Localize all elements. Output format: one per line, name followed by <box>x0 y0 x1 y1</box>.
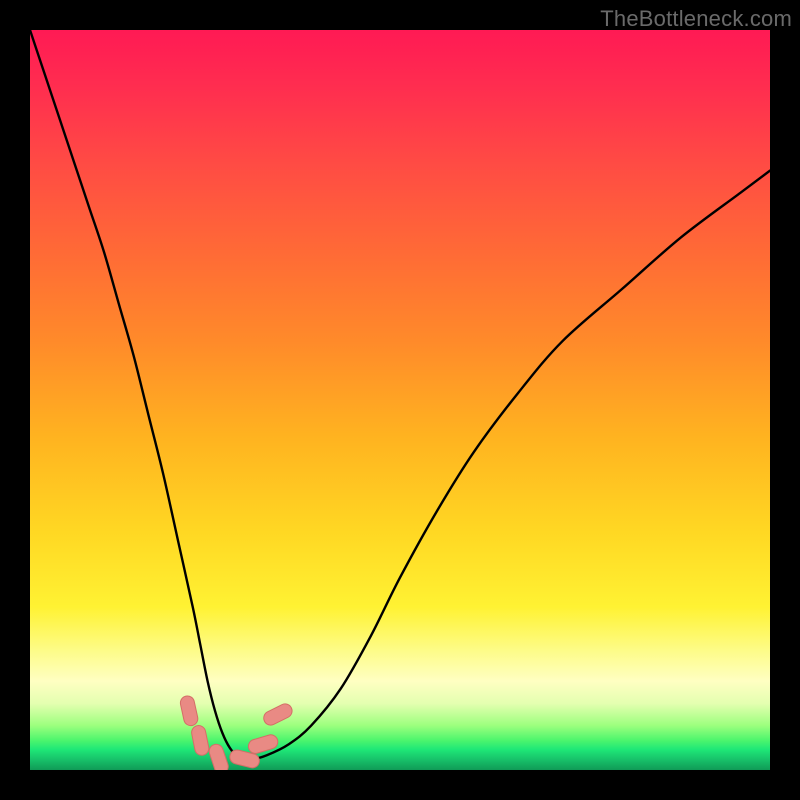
bottleneck-curve <box>30 30 770 759</box>
optimal-range-markers <box>179 695 294 770</box>
optimal-marker <box>179 695 199 727</box>
optimal-marker <box>261 702 294 728</box>
chart-frame: TheBottleneck.com <box>0 0 800 800</box>
optimal-marker <box>190 724 210 756</box>
bottleneck-curve-svg <box>30 30 770 770</box>
optimal-marker <box>207 742 230 770</box>
plot-area <box>30 30 770 770</box>
watermark-text: TheBottleneck.com <box>600 6 792 32</box>
